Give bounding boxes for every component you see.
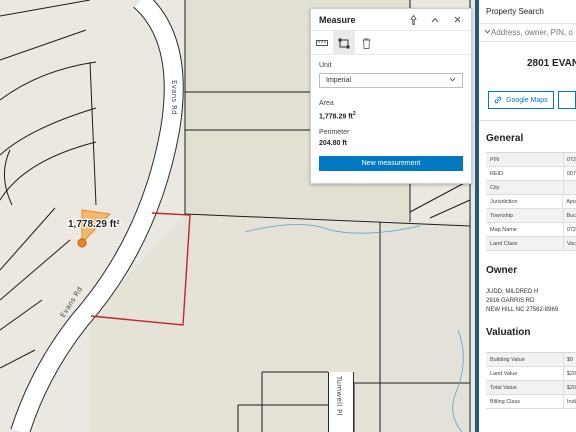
table-row: Land Value $20 (486, 367, 576, 381)
chevron-down-icon (449, 77, 456, 84)
owner-name: JUDD, MILDRED H (486, 289, 539, 295)
measurement-label: 1,778.29 ft² (68, 219, 120, 230)
table-row: Land Class Vac (486, 237, 576, 251)
measure-title: Measure (319, 14, 356, 25)
unit-select-value: Imperial (326, 77, 351, 84)
google-maps-button[interactable]: Google Maps (488, 91, 554, 109)
search-bar (479, 24, 576, 42)
unit-label: Unit (319, 62, 332, 69)
area-label: Area (319, 100, 334, 107)
collapse-icon[interactable] (427, 12, 443, 28)
general-table: PIN 072 REID 007 City Jurisdiction Apo Town… (486, 152, 576, 251)
table-row: City (486, 181, 576, 195)
map-links: Google Maps (479, 91, 576, 109)
trash-icon[interactable] (355, 31, 377, 55)
area-value: 1,778.29 ft2 (319, 111, 356, 121)
new-measurement-button[interactable]: New measurement (319, 156, 463, 172)
table-row: PIN 072 (486, 153, 576, 167)
valuation-title: Valuation (486, 327, 531, 338)
distance-tool-icon[interactable] (311, 31, 333, 55)
table-row: Township Buc (486, 209, 576, 223)
table-row: Map Name 072 (486, 223, 576, 237)
owner-title: Owner (486, 265, 518, 276)
chevron-down-icon[interactable] (484, 29, 491, 36)
street-label-evans-rd-north: Evans Rd (170, 80, 178, 115)
perimeter-label: Perimeter (319, 129, 350, 137)
pin-icon[interactable] (405, 12, 421, 28)
property-search-title: Property Search (479, 0, 576, 24)
general-title: General (486, 133, 524, 144)
search-input[interactable] (491, 28, 576, 37)
measure-tools (311, 31, 471, 55)
valuation-table: Building Value $0 Land Value $20 Total Val… (486, 352, 576, 409)
unit-select[interactable]: Imperial (319, 73, 463, 88)
google-maps-label: Google Maps (506, 96, 548, 104)
area-tool-icon[interactable] (333, 31, 355, 55)
owner-city: NEW HILL NC 27562-8969 (486, 307, 559, 313)
second-link-button[interactable] (557, 91, 576, 109)
table-row: Billing Class Indi (486, 395, 576, 409)
perimeter-value: 204.80 ft (319, 140, 348, 148)
measure-header: Measure (311, 9, 471, 31)
close-icon[interactable] (449, 12, 465, 28)
property-address: 2801 EVAN (527, 58, 576, 69)
measure-widget: Measure Unit Imperial Area 1,778.29 ft2 … (310, 8, 472, 184)
street-label-tumwell-pl: Tumwell Pl (335, 375, 343, 416)
table-row: Total Value $20 (486, 381, 576, 395)
table-row: Building Value $0 (486, 353, 576, 367)
table-row: REID 007 (486, 167, 576, 181)
owner-street: 2916 GARRIS RD (486, 298, 535, 304)
link-icon (494, 96, 502, 104)
table-row: Jurisdiction Apo (486, 195, 576, 209)
section-divider (479, 120, 576, 121)
property-panel: Property Search 2801 EVAN Google Maps Ge… (475, 0, 576, 432)
